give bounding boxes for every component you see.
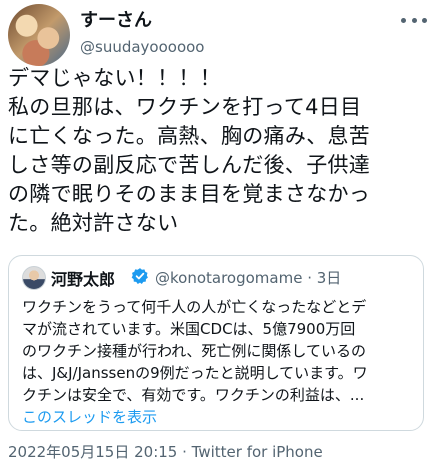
verified-icon xyxy=(131,268,148,284)
tweet-line: に亡くなった。高熱、胸の痛み、息苦 xyxy=(8,124,371,148)
author-display-name[interactable]: すーさん xyxy=(80,6,152,32)
quoted-line: マが流されています。米国CDCは、5億7900万回 xyxy=(22,320,356,338)
author-handle[interactable]: @suudayoooooo xyxy=(80,38,204,56)
quoted-handle-time[interactable]: @konotarogomame · 3日 xyxy=(155,267,341,288)
tweet-line: の隣で眠りそのまま目を覚まさなかっ xyxy=(8,182,371,206)
tweet-line: た。絶対許さない xyxy=(8,211,179,235)
quoted-line: は、J&J/Janssenの9例だったと説明しています。ワ xyxy=(22,364,368,382)
quoted-display-name[interactable]: 河野太郎 xyxy=(51,266,115,290)
tweet-line: 私の旦那は、ワクチンを打って4日目 xyxy=(8,95,362,119)
author-avatar[interactable] xyxy=(8,4,70,66)
quoted-line: ワクチンをうって何千人の人が亡くなったなどとデ xyxy=(22,298,367,316)
tweet-line: デマじゃない！！！！ xyxy=(8,66,221,90)
quoted-line: クチンは安全で、有効です。ワクチンの利益は、... xyxy=(22,386,365,404)
quoted-tweet[interactable]: 河野太郎 @konotarogomame · 3日 ワクチンをうって何千人の人が… xyxy=(8,255,424,431)
more-icon[interactable] xyxy=(401,10,427,30)
tweet-line: しさ等の副反応で苦しんだ後、子供達 xyxy=(8,153,371,177)
quoted-avatar[interactable] xyxy=(22,266,46,290)
show-thread-link[interactable]: このスレッドを表示 xyxy=(22,406,157,427)
quoted-line: のワクチン接種が行われ、死亡例に関係しているの xyxy=(22,342,366,360)
tweet-text: デマじゃない！！！！ 私の旦那は、ワクチンを打って4日目 に亡くなった。高熱、胸… xyxy=(8,64,426,238)
tweet-timestamp[interactable]: 2022年05月15日 20:15 · Twitter for iPhone xyxy=(8,441,323,462)
quoted-text: ワクチンをうって何千人の人が亡くなったなどとデ マが流されています。米国CDCは… xyxy=(22,296,418,406)
